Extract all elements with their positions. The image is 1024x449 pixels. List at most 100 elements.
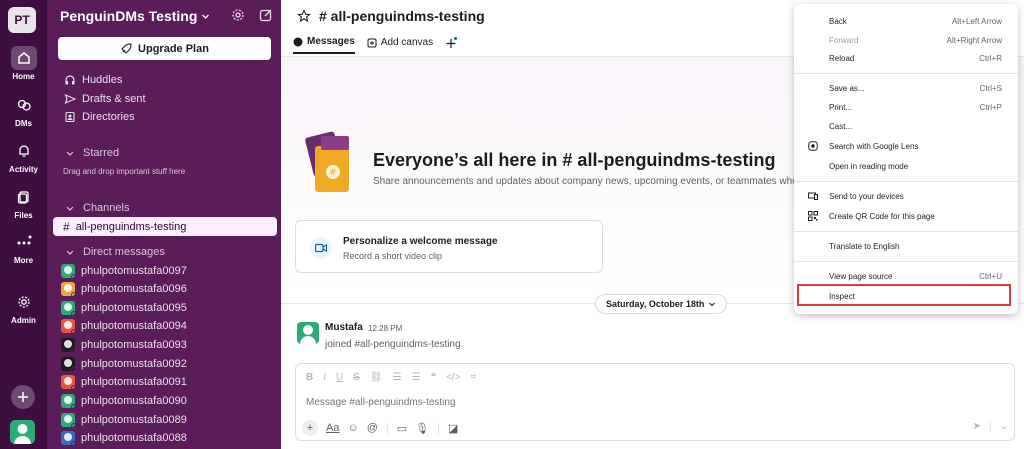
channel-header[interactable]: # all-penguindms-testing (297, 8, 485, 24)
avatar (61, 413, 77, 429)
link-icon[interactable]: ⛓ (370, 372, 383, 383)
menu-item-view-source[interactable]: View page source Ctrl+U (794, 267, 1018, 285)
send-icon[interactable]: ➤ (973, 421, 981, 432)
shortcut-icon[interactable]: ◪ (448, 422, 458, 435)
emoji-icon[interactable]: ☺ (347, 422, 358, 434)
mention-icon[interactable]: @ (367, 422, 378, 434)
dm-item[interactable]: phulpotomustafa0089 (47, 411, 281, 429)
avatar[interactable] (297, 322, 319, 344)
rail-dms[interactable]: DMs (0, 93, 47, 128)
dm-item[interactable]: phulpotomustafa0092 (47, 355, 281, 373)
menu-label: Reload (829, 53, 855, 63)
italic-icon[interactable]: I (323, 372, 326, 383)
strikethrough-icon[interactable]: S (353, 372, 360, 383)
starred-section-header[interactable]: Starred (47, 147, 281, 159)
dm-item[interactable]: phulpotomustafa0091 (47, 373, 281, 391)
formatting-toggle[interactable]: Aa (326, 422, 339, 434)
message-timestamp[interactable]: 12:28 PM (368, 324, 402, 333)
date-jump-button[interactable]: Saturday, October 18th (595, 294, 728, 314)
code-block-icon[interactable]: ⌗ (470, 372, 476, 383)
sidebar-item-label: Directories (82, 111, 135, 123)
menu-item-cast[interactable]: Cast... (794, 117, 1018, 135)
menu-item-google-lens[interactable]: Search with Google Lens (794, 137, 1018, 155)
user-avatar[interactable] (10, 420, 35, 444)
dms-icon (11, 93, 37, 117)
dm-item[interactable]: phulpotomustafa0090 (47, 392, 281, 410)
rail-admin[interactable]: Admin (0, 290, 47, 325)
add-tab-button[interactable] (445, 36, 458, 54)
microphone-icon[interactable]: 🎙 (415, 422, 429, 435)
dm-item[interactable]: phulpotomustafa0096 (47, 280, 281, 298)
dms-label: Direct messages (83, 246, 165, 258)
menu-item-save-as[interactable]: Save as... Ctrl+S (794, 79, 1018, 97)
dm-item[interactable]: phulpotomustafa0088 (47, 429, 281, 447)
menu-item-send-to-devices[interactable]: Send to your devices (794, 187, 1018, 205)
upgrade-plan-button[interactable]: Upgrade Plan (58, 37, 271, 60)
channel-label: all-penguindms-testing (75, 220, 187, 233)
compose-icon (259, 9, 272, 22)
menu-item-forward[interactable]: Forward Alt+Right Arrow (794, 31, 1018, 49)
dm-item[interactable]: phulpotomustafa0095 (47, 299, 281, 317)
menu-label: Send to your devices (829, 191, 904, 201)
sidebar-item-huddles[interactable]: Huddles (47, 71, 281, 89)
rail-more-label: More (13, 256, 34, 265)
divider: | (989, 421, 992, 432)
dm-item[interactable]: phulpotomustafa0094 (47, 317, 281, 335)
rail-files[interactable]: Files (0, 185, 47, 220)
tab-add-canvas[interactable]: Add canvas (367, 36, 433, 54)
menu-item-qr-code[interactable]: Create QR Code for this page (794, 207, 1018, 225)
sidebar-item-channel-active[interactable]: # all-penguindms-testing (53, 217, 277, 236)
dms-section-header[interactable]: Direct messages (47, 246, 281, 258)
menu-separator (794, 231, 1018, 232)
rail-home[interactable]: Home (0, 46, 47, 81)
bulleted-list-icon[interactable]: ☰ (412, 372, 421, 383)
dm-item[interactable]: phulpotomustafa0097 (47, 262, 281, 280)
card-title: Personalize a welcome message (343, 236, 498, 247)
plus-icon[interactable]: + (302, 420, 318, 436)
add-workspace-button[interactable] (11, 385, 35, 409)
channels-section-header[interactable]: Channels (47, 202, 281, 214)
message-bubble-icon (293, 37, 303, 46)
dm-item[interactable]: phulpotomustafa0093 (47, 336, 281, 354)
message-author[interactable]: Mustafa (325, 322, 363, 333)
rail-home-label: Home (12, 72, 35, 81)
rail-more[interactable]: More (0, 230, 47, 265)
files-icon (11, 185, 37, 209)
channels-label: Channels (83, 202, 130, 214)
rail-activity[interactable]: Activity (0, 139, 47, 174)
menu-item-back[interactable]: Back Alt+Left Arrow (794, 12, 1018, 30)
workspace-avatar[interactable]: PT (8, 7, 36, 33)
welcome-message-card[interactable]: Personalize a welcome message Record a s… (295, 220, 603, 273)
upgrade-plan-label: Upgrade Plan (138, 42, 209, 55)
menu-item-reload[interactable]: Reload Ctrl+R (794, 49, 1018, 67)
underline-icon[interactable]: U (336, 372, 343, 383)
canvas-icon (367, 38, 377, 47)
sidebar-item-directories[interactable]: Directories (47, 108, 281, 126)
tab-messages[interactable]: Messages (293, 36, 355, 54)
compose-button[interactable] (259, 8, 273, 25)
workspace-name-button[interactable]: PenguinDMs Testing (60, 8, 210, 24)
workspace-name: PenguinDMs Testing (60, 8, 198, 24)
menu-item-reading-mode[interactable]: Open in reading mode (794, 157, 1018, 175)
menu-separator (794, 181, 1018, 182)
menu-label: Back (829, 16, 847, 26)
sidebar-item-drafts[interactable]: Drafts & sent (47, 90, 281, 108)
sidebar: PenguinDMs Testing Upgrade Plan Huddles … (47, 0, 281, 449)
menu-label: Save as... (829, 83, 865, 93)
code-icon[interactable]: </> (446, 372, 460, 383)
chevron-down-icon[interactable]: ⌄ (1000, 421, 1008, 432)
sidebar-item-label: Huddles (82, 74, 123, 86)
menu-label: Search with Google Lens (829, 141, 919, 151)
menu-shortcut: Ctrl+S (979, 83, 1002, 93)
menu-item-print[interactable]: Print... Ctrl+P (794, 98, 1018, 116)
home-icon (10, 46, 37, 70)
chevron-down-icon (202, 14, 210, 19)
video-icon[interactable]: ▭ (397, 422, 407, 435)
ordered-list-icon[interactable]: ☰ (393, 372, 402, 383)
settings-button[interactable] (231, 8, 245, 25)
blockquote-icon[interactable]: ❝ (431, 372, 436, 383)
menu-item-translate[interactable]: Translate to English (794, 237, 1018, 255)
star-icon[interactable] (297, 9, 311, 23)
message-input[interactable] (306, 397, 706, 408)
bold-icon[interactable]: B (306, 372, 313, 383)
